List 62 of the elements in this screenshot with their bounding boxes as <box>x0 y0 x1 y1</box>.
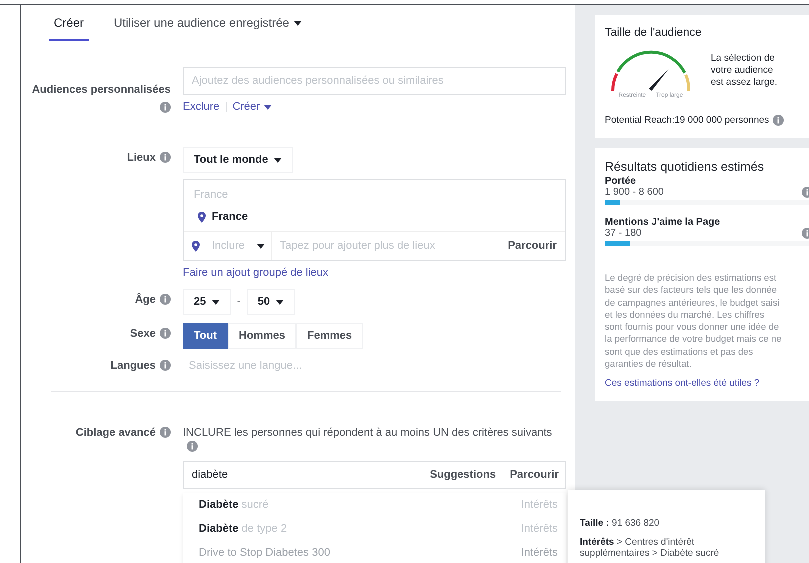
result-row[interactable]: Diabète de type 2 Intérêts <box>183 517 566 541</box>
result-name: Drive to Stop Diabetes 300 <box>199 547 330 559</box>
caret-icon <box>212 300 220 304</box>
location-pin-icon <box>198 212 206 222</box>
field-label: Langues <box>110 360 156 372</box>
field-label: Âge <box>135 294 156 306</box>
result-category: Intérêts <box>521 523 558 535</box>
targeting-search-field[interactable]: diabète Suggestions Parcourir <box>183 461 566 489</box>
browse-button[interactable]: Parcourir <box>508 240 557 252</box>
metric-range: 1 900 - 8 600 <box>605 187 664 198</box>
age-dropdown[interactable]: 25 <box>183 289 232 315</box>
result-name: Diabète sucré <box>199 499 269 511</box>
field-label: Lieux <box>127 152 156 164</box>
gender-option[interactable]: Femmes <box>296 323 364 349</box>
location-item: France <box>212 211 248 223</box>
metric-name: Mentions J'aime la Page <box>605 217 722 228</box>
search-tab[interactable]: Parcourir <box>510 469 559 481</box>
info-icon <box>160 152 171 163</box>
result-category: Intérêts <box>521 547 558 559</box>
location-dropdown[interactable]: Tout le monde <box>183 147 294 173</box>
audience-message: La sélection de votre audience est assez large. <box>711 53 778 89</box>
field-label: Ciblage avancé <box>76 427 156 439</box>
metric-range: 37 - 180 <box>605 228 642 239</box>
tooltip-size: Taille : 91 636 820 <box>580 518 661 529</box>
audience-input-field[interactable]: Ajoutez des audiences personnalisées ou similaires <box>183 67 566 95</box>
info-icon <box>773 115 784 126</box>
result-row[interactable]: Diabète sucré Intérêts <box>183 493 566 517</box>
metric-name: Portée <box>605 176 638 187</box>
caret-icon <box>257 244 266 248</box>
card-title: Résultats quotidiens estimés <box>605 160 766 174</box>
tooltip-path: Intérêts > Centres d'intérêt supplémentaires > Diabète sucré <box>580 537 720 559</box>
link[interactable]: Faire un ajout groupé de lieux <box>183 267 329 279</box>
result-category: Intérêts <box>521 499 558 511</box>
gender-option[interactable]: Hommes <box>228 323 296 349</box>
field-label: Sexe <box>130 328 156 340</box>
info-icon <box>187 441 198 452</box>
info-icon <box>160 360 171 371</box>
link[interactable]: Créer <box>232 101 272 113</box>
instruction-text: INCLURE les personnes qui répondent à au moins UN des critères suivants <box>183 427 554 439</box>
info-icon <box>160 427 171 438</box>
feedback-link[interactable]: Ces estimations ont-elles été utiles ? <box>605 378 760 390</box>
info-icon <box>160 294 171 305</box>
location-pin-icon <box>192 240 200 252</box>
language-input-field[interactable]: Saisissez une langue... <box>183 355 578 377</box>
info-icon <box>160 102 171 113</box>
age-dropdown[interactable]: 50 <box>246 289 296 315</box>
caret-icon <box>274 158 282 162</box>
location-group-heading: France <box>193 188 230 203</box>
location-input-field[interactable]: Tapez pour ajouter plus de lieux <box>278 239 502 253</box>
estimates-note: Le degré de précision des estimations est basé sur des facteurs tels que les donnée de campagnes antérieures, le budget saisi et les données du marché. Les chiffres sont fournis pour vous donner une idée de la performance de votre budget mais ce ne sont que des estimations et pas des garanties de résultat. <box>605 272 783 370</box>
field-label: Audiences personnalisées <box>32 84 171 96</box>
potential-reach: Potential Reach:19 000 000 personnes <box>605 115 770 126</box>
info-icon <box>160 328 171 339</box>
card-title: Taille de l'audience <box>605 27 703 39</box>
search-tab[interactable]: Suggestions <box>430 469 496 481</box>
gender-option[interactable]: Tout <box>183 323 228 349</box>
link[interactable]: Exclure <box>183 101 220 113</box>
tab[interactable]: Utiliser une audience enregistrée <box>109 11 308 39</box>
result-name: Diabète de type 2 <box>199 523 288 535</box>
tab[interactable]: Créer <box>49 11 90 41</box>
separator: - <box>237 296 241 308</box>
caret-icon <box>276 300 284 304</box>
